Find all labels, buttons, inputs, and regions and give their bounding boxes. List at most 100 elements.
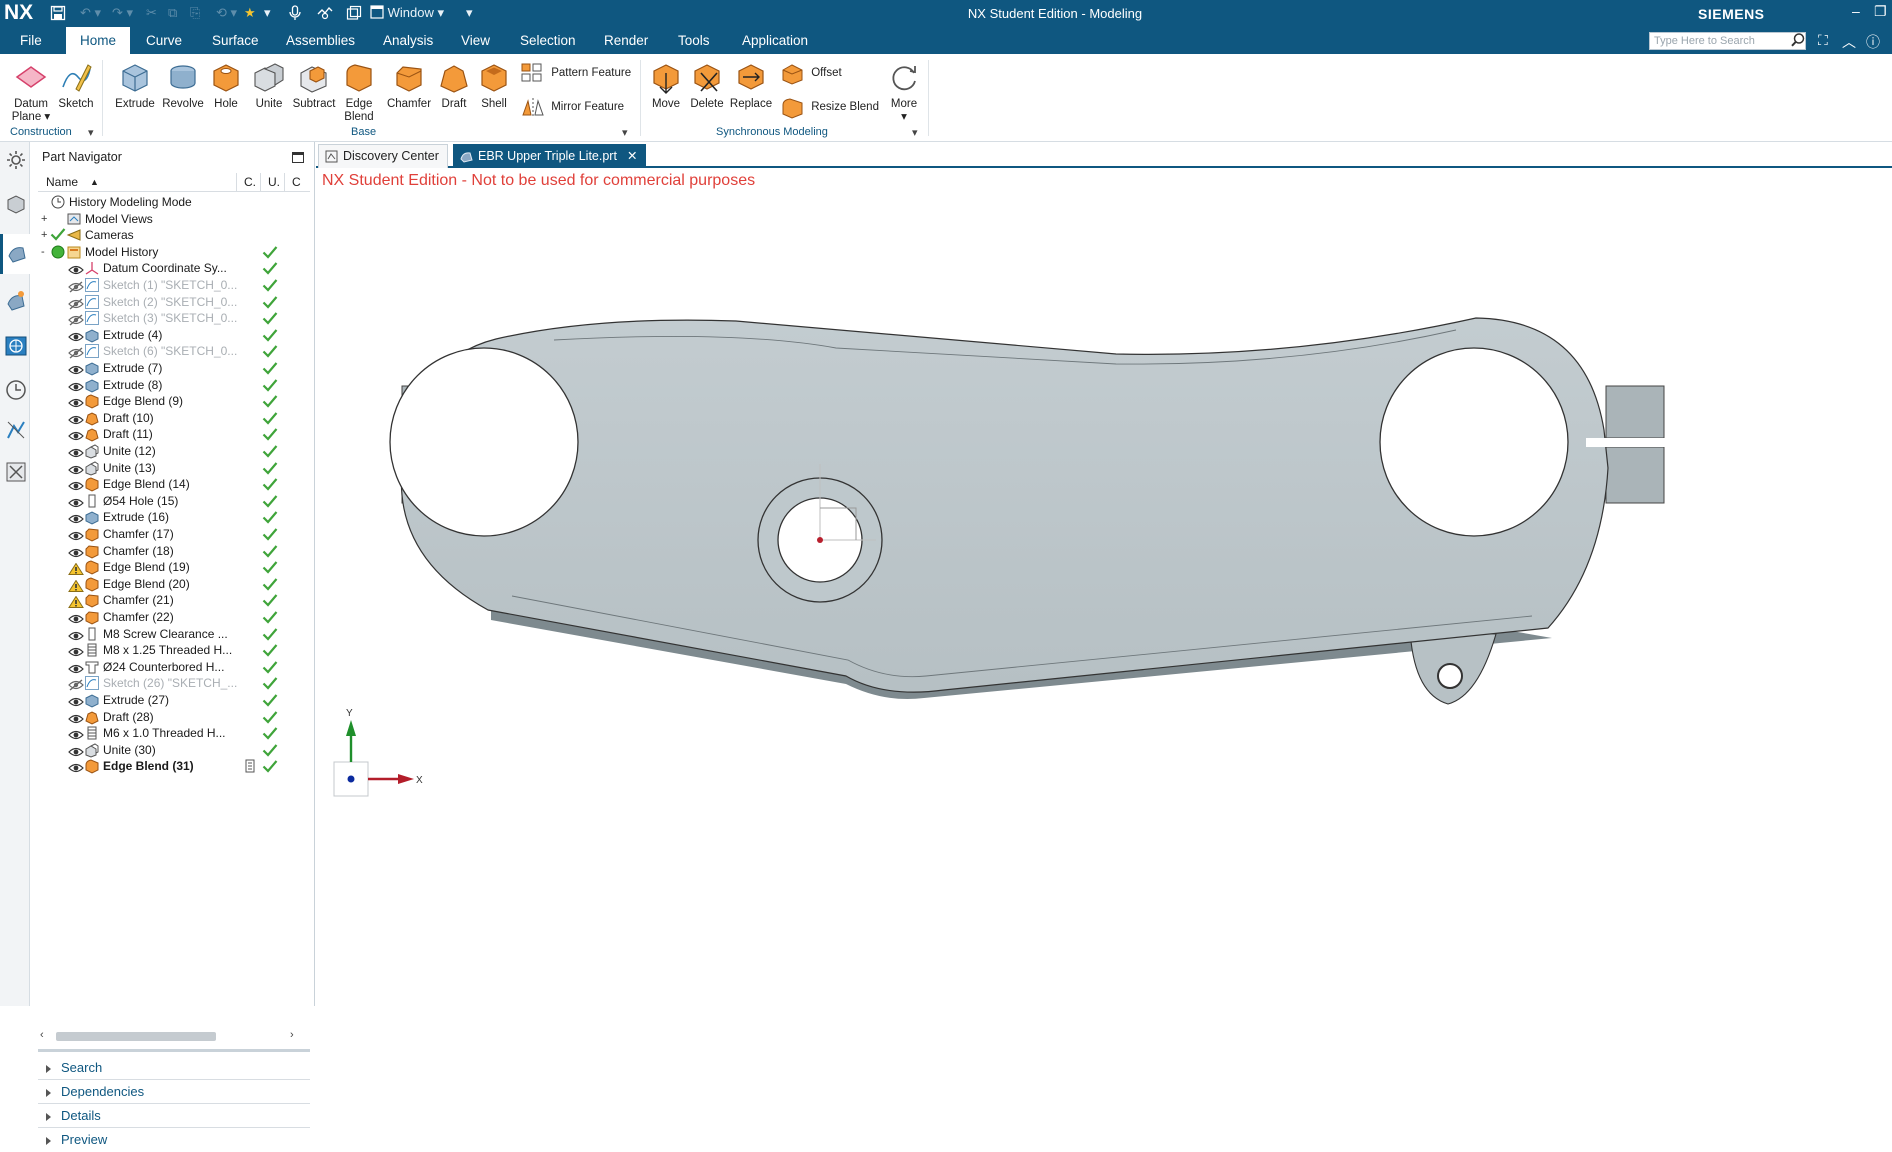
constraint-navigator-icon[interactable]: [4, 288, 28, 312]
tab-selection[interactable]: Selection: [508, 27, 588, 54]
visibility-eye-icon[interactable]: [68, 727, 84, 740]
dependencies-section[interactable]: Dependencies: [38, 1080, 310, 1104]
visibility-eye-icon[interactable]: [68, 379, 84, 391]
quick-access-customize-icon[interactable]: ▾: [466, 5, 473, 23]
scroll-right-icon[interactable]: ›: [290, 1029, 294, 1041]
hidden-eye-icon[interactable]: [68, 296, 84, 310]
part-navigator-icon[interactable]: [0, 234, 30, 274]
settings-gear-icon[interactable]: [4, 148, 28, 172]
visibility-eye-icon[interactable]: [68, 495, 84, 507]
redo-icon[interactable]: ↷ ▾: [112, 5, 133, 23]
visibility-eye-icon[interactable]: [68, 711, 84, 723]
draft-button[interactable]: Draft: [436, 59, 472, 111]
help-icon[interactable]: ⓘ: [1866, 32, 1880, 52]
model-viewport[interactable]: Y X: [316, 168, 1892, 1006]
column-u-header[interactable]: U.: [268, 175, 280, 189]
tab-surface[interactable]: Surface: [200, 27, 271, 54]
search-section[interactable]: Search: [38, 1056, 310, 1080]
delete-face-button[interactable]: Delete: [688, 59, 726, 111]
visibility-eye-icon[interactable]: [68, 611, 84, 624]
minimize-icon[interactable]: –: [1852, 3, 1860, 19]
history-clock-icon[interactable]: [4, 378, 28, 402]
web-browser-icon[interactable]: [4, 334, 28, 358]
tab-file[interactable]: File: [8, 27, 54, 54]
scrollbar-thumb[interactable]: [56, 1032, 216, 1041]
touch-mode-icon[interactable]: [316, 5, 334, 23]
revolve-button[interactable]: Revolve: [160, 59, 206, 111]
panel-splitter[interactable]: [38, 1049, 310, 1052]
visibility-eye-icon[interactable]: [68, 628, 84, 640]
sketch-button[interactable]: Sketch: [56, 59, 96, 111]
navigator-horizontal-scrollbar[interactable]: ‹ ›: [38, 1029, 300, 1043]
visibility-eye-icon[interactable]: [68, 661, 84, 673]
graphics-window[interactable]: Discovery Center EBR Upper Triple Lite.p…: [316, 142, 1892, 1006]
visibility-eye-icon[interactable]: [68, 511, 84, 524]
replace-face-button[interactable]: Replace: [728, 59, 774, 111]
column-c2-header[interactable]: C: [292, 175, 301, 189]
visibility-eye-icon[interactable]: [68, 462, 84, 474]
subtract-button[interactable]: Subtract: [290, 59, 338, 111]
save-icon[interactable]: [50, 5, 66, 23]
visibility-eye-icon[interactable]: [68, 412, 84, 424]
undo-icon[interactable]: ↶ ▾: [80, 5, 101, 23]
move-face-button[interactable]: Move: [648, 59, 684, 111]
hidden-eye-icon[interactable]: [68, 312, 84, 326]
tab-home[interactable]: Home: [66, 27, 130, 54]
tab-application[interactable]: Application: [730, 27, 820, 54]
collapse-ribbon-icon[interactable]: ︿: [1842, 32, 1856, 52]
tab-curve[interactable]: Curve: [134, 27, 194, 54]
tab-discovery-center[interactable]: Discovery Center: [318, 144, 448, 168]
scroll-left-icon[interactable]: ‹: [40, 1029, 44, 1041]
favorite-star-icon[interactable]: ★: [244, 5, 256, 23]
close-tab-icon[interactable]: ✕: [627, 149, 637, 163]
tab-analysis[interactable]: Analysis: [371, 27, 445, 54]
shell-button[interactable]: Shell: [476, 59, 512, 111]
sort-ascending-icon[interactable]: ▲: [90, 177, 99, 187]
search-icon[interactable]: [1790, 32, 1806, 48]
hidden-eye-icon[interactable]: [68, 677, 84, 691]
mirror-feature-button[interactable]: Mirror Feature: [520, 94, 624, 120]
more-button[interactable]: More ▾: [884, 59, 924, 124]
preview-section[interactable]: Preview: [38, 1128, 310, 1152]
construction-group-expand-icon[interactable]: ▾: [88, 126, 94, 139]
hole-button[interactable]: Hole: [208, 59, 244, 111]
pattern-feature-button[interactable]: Pattern Feature: [520, 60, 631, 86]
visibility-eye-icon[interactable]: [68, 528, 84, 541]
repeat-command-icon[interactable]: ⟲ ▾: [216, 5, 237, 23]
visibility-eye-icon[interactable]: [68, 428, 84, 441]
column-c-header[interactable]: C.: [244, 175, 256, 189]
copy-icon[interactable]: ⧉: [168, 5, 177, 23]
restore-icon[interactable]: ❐: [1874, 3, 1887, 20]
reuse-library-icon[interactable]: [4, 460, 28, 484]
visibility-eye-icon[interactable]: [68, 478, 84, 491]
full-screen-icon[interactable]: ⛶: [1818, 32, 1828, 49]
base-group-expand-icon[interactable]: ▾: [622, 126, 628, 139]
assembly-navigator-icon[interactable]: [4, 192, 28, 216]
tab-render[interactable]: Render: [592, 27, 660, 54]
tab-assemblies[interactable]: Assemblies: [274, 27, 367, 54]
extrude-button[interactable]: Extrude: [112, 59, 158, 111]
visibility-eye-icon[interactable]: [68, 362, 84, 375]
visibility-eye-icon[interactable]: [68, 545, 84, 557]
visibility-eye-icon[interactable]: [68, 760, 84, 773]
window-menu[interactable]: Window ▾: [370, 5, 444, 23]
tab-part-file[interactable]: EBR Upper Triple Lite.prt ✕: [453, 144, 647, 168]
triple-clamp-part[interactable]: [316, 317, 1676, 705]
resize-blend-button[interactable]: Resize Blend: [780, 94, 879, 120]
microphone-icon[interactable]: [288, 5, 302, 23]
star-dropdown-icon[interactable]: ▾: [264, 5, 271, 23]
maximize-panel-icon[interactable]: [292, 152, 304, 163]
paste-icon[interactable]: ⎘: [190, 5, 200, 23]
unite-button[interactable]: Unite: [250, 59, 288, 111]
command-search-input[interactable]: Type Here to Search: [1649, 32, 1806, 50]
hidden-eye-icon[interactable]: [68, 279, 84, 293]
details-section[interactable]: Details: [38, 1104, 310, 1128]
edge-blend-button[interactable]: Edge Blend: [340, 59, 378, 124]
visibility-eye-icon[interactable]: [68, 395, 84, 408]
visibility-check-icon[interactable]: [50, 227, 66, 243]
tab-tools[interactable]: Tools: [666, 27, 722, 54]
column-name-header[interactable]: Name: [46, 175, 78, 189]
offset-region-button[interactable]: Offset: [780, 60, 842, 86]
visibility-eye-icon[interactable]: [68, 329, 84, 341]
tab-view[interactable]: View: [449, 27, 502, 54]
